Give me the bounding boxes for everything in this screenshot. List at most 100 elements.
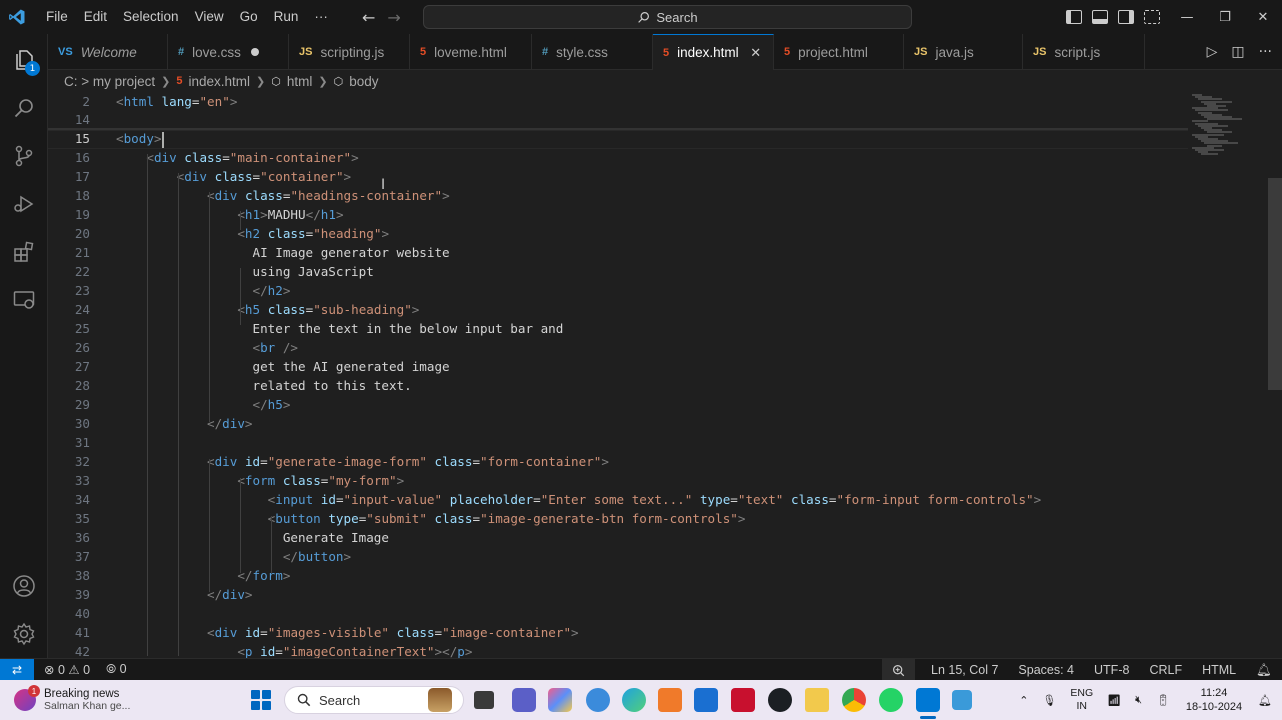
chevron-up-icon[interactable]: ⌃: [1019, 694, 1028, 707]
breadcrumb-file[interactable]: index.html: [189, 74, 251, 89]
code-line[interactable]: 31: [48, 433, 1188, 452]
edge-browser-icon[interactable]: [622, 688, 646, 712]
remote-indicator-icon[interactable]: ⇄: [0, 658, 34, 681]
menu-go[interactable]: Go: [232, 0, 266, 34]
forward-arrow-icon[interactable]: →: [387, 8, 400, 27]
search-view-icon[interactable]: [0, 84, 48, 132]
more-actions-icon[interactable]: ···: [1259, 44, 1272, 60]
code-line[interactable]: 24 <h5 class="sub-heading">: [48, 300, 1188, 319]
tab-java-js[interactable]: JS java.js: [904, 34, 1023, 70]
vscode-taskbar-icon[interactable]: [916, 688, 940, 712]
remote-explorer-icon[interactable]: [0, 276, 48, 324]
code-line[interactable]: 29 </h5>: [48, 395, 1188, 414]
notification-center-icon[interactable]: 🔔︎: [1258, 694, 1272, 707]
tab-welcome[interactable]: VS Welcome: [48, 34, 168, 70]
tab-love-css[interactable]: # love.css: [168, 34, 289, 70]
encoding[interactable]: UTF-8: [1084, 663, 1139, 677]
problems-indicator[interactable]: ⊗ 0 ⚠ 0: [44, 662, 90, 677]
code-line[interactable]: 23 </h2>: [48, 281, 1188, 300]
split-editor-icon[interactable]: ◫: [1231, 44, 1244, 60]
code-editor[interactable]: I 2 <html lang="en"> 14 15 <body> 16 <div cla…: [48, 92, 1282, 658]
accounts-icon[interactable]: [0, 562, 48, 610]
run-file-icon[interactable]: ▷: [1207, 44, 1218, 60]
code-line[interactable]: 42 <p id="imageContainerText"></p>: [48, 642, 1188, 658]
code-line[interactable]: 19 <h1>MADHU</h1>: [48, 205, 1188, 224]
code-line[interactable]: 40: [48, 604, 1188, 623]
tab-script-js[interactable]: JS script.js: [1023, 34, 1145, 70]
end-of-line[interactable]: CRLF: [1139, 663, 1192, 677]
source-control-icon[interactable]: [0, 132, 48, 180]
volume-icon[interactable]: 🔇︎: [1135, 694, 1142, 707]
back-arrow-icon[interactable]: ←: [362, 8, 375, 27]
microphone-icon[interactable]: 🎙︎: [1042, 694, 1056, 707]
tab-index-html[interactable]: 5 index.html ✕: [653, 34, 774, 70]
run-debug-icon[interactable]: [0, 180, 48, 228]
indentation[interactable]: Spaces: 4: [1008, 663, 1084, 677]
github-icon[interactable]: [768, 688, 792, 712]
code-line[interactable]: 16 <div class="main-container">: [48, 148, 1188, 167]
breadcrumb-element-html[interactable]: html: [287, 74, 313, 89]
code-line[interactable]: 18 <div class="headings-container">: [48, 186, 1188, 205]
restore-icon[interactable]: ❐: [1206, 0, 1244, 34]
extensions-icon[interactable]: [0, 228, 48, 276]
clock[interactable]: 11:24 18-10-2024: [1184, 686, 1244, 714]
snipping-tool-icon[interactable]: [952, 690, 972, 710]
language-indicator[interactable]: ENG IN: [1070, 687, 1093, 713]
code-line[interactable]: 32 <div id="generate-image-form" class="…: [48, 452, 1188, 471]
ports-indicator[interactable]: ⦾ 0: [106, 662, 126, 677]
menu-more[interactable]: ···: [306, 0, 336, 34]
task-view-icon[interactable]: [474, 691, 494, 709]
copilot-icon[interactable]: [548, 688, 572, 712]
command-center-search[interactable]: Search: [423, 5, 912, 29]
breadcrumb-element-body[interactable]: body: [349, 74, 378, 89]
menu-run[interactable]: Run: [266, 0, 307, 34]
language-mode[interactable]: HTML: [1192, 663, 1246, 677]
file-explorer-icon[interactable]: [805, 688, 829, 712]
code-line[interactable]: 20 <h2 class="heading">: [48, 224, 1188, 243]
battery-icon[interactable]: 🔋︎: [1156, 694, 1170, 707]
code-line[interactable]: 21 AI Image generator website: [48, 243, 1188, 262]
breadcrumb-folder[interactable]: C: > my project: [64, 74, 155, 89]
code-line[interactable]: 26 <br />: [48, 338, 1188, 357]
code-line[interactable]: 35 <button type="submit" class="image-ge…: [48, 509, 1188, 528]
mcafee-icon[interactable]: [731, 688, 755, 712]
explorer-icon[interactable]: 1: [0, 36, 48, 84]
menu-selection[interactable]: Selection: [115, 0, 187, 34]
zoom-icon[interactable]: [882, 659, 915, 681]
customize-layout-icon[interactable]: [1144, 10, 1160, 24]
settings-gear-icon[interactable]: [0, 610, 48, 658]
code-line[interactable]: 15 <body>: [48, 129, 1188, 148]
code-line[interactable]: 37 </button>: [48, 547, 1188, 566]
app-icon[interactable]: [658, 688, 682, 712]
unsaved-dot-icon[interactable]: [250, 48, 259, 56]
teams-icon[interactable]: [512, 688, 536, 712]
tab-project-html[interactable]: 5 project.html: [774, 34, 904, 70]
minimize-icon[interactable]: —: [1168, 0, 1206, 34]
windows-start-icon[interactable]: [251, 690, 271, 710]
tab-style-css[interactable]: # style.css: [532, 34, 653, 70]
code-line[interactable]: 39 </div>: [48, 585, 1188, 604]
toggle-panel-icon[interactable]: [1092, 10, 1108, 24]
code-line[interactable]: 28 related to this text.: [48, 376, 1188, 395]
scrollbar-thumb[interactable]: [1268, 178, 1282, 390]
menu-view[interactable]: View: [187, 0, 232, 34]
cloud-app-icon[interactable]: [586, 688, 610, 712]
code-line[interactable]: 17 <div class="container">: [48, 167, 1188, 186]
code-line[interactable]: 25 Enter the text in the below input bar…: [48, 319, 1188, 338]
code-line[interactable]: 22 using JavaScript: [48, 262, 1188, 281]
code-line[interactable]: 14: [48, 110, 1188, 129]
tab-loveme-html[interactable]: 5 loveme.html: [410, 34, 532, 70]
code-line[interactable]: 30 </div>: [48, 414, 1188, 433]
code-line[interactable]: 38 </form>: [48, 566, 1188, 585]
chrome-icon[interactable]: [842, 688, 866, 712]
code-line[interactable]: 2 <html lang="en">: [48, 92, 1188, 111]
close-window-icon[interactable]: ✕: [1244, 0, 1282, 34]
cursor-position[interactable]: Ln 15, Col 7: [921, 663, 1008, 677]
vertical-scrollbar[interactable]: [1268, 92, 1282, 658]
wifi-icon[interactable]: 📶︎: [1107, 694, 1121, 707]
menu-edit[interactable]: Edit: [76, 0, 115, 34]
minimap[interactable]: [1188, 92, 1268, 658]
code-line[interactable]: 41 <div id="images-visible" class="image…: [48, 623, 1188, 642]
code-line[interactable]: 34 <input id="input-value" placeholder="…: [48, 490, 1188, 509]
menu-file[interactable]: File: [38, 0, 76, 34]
